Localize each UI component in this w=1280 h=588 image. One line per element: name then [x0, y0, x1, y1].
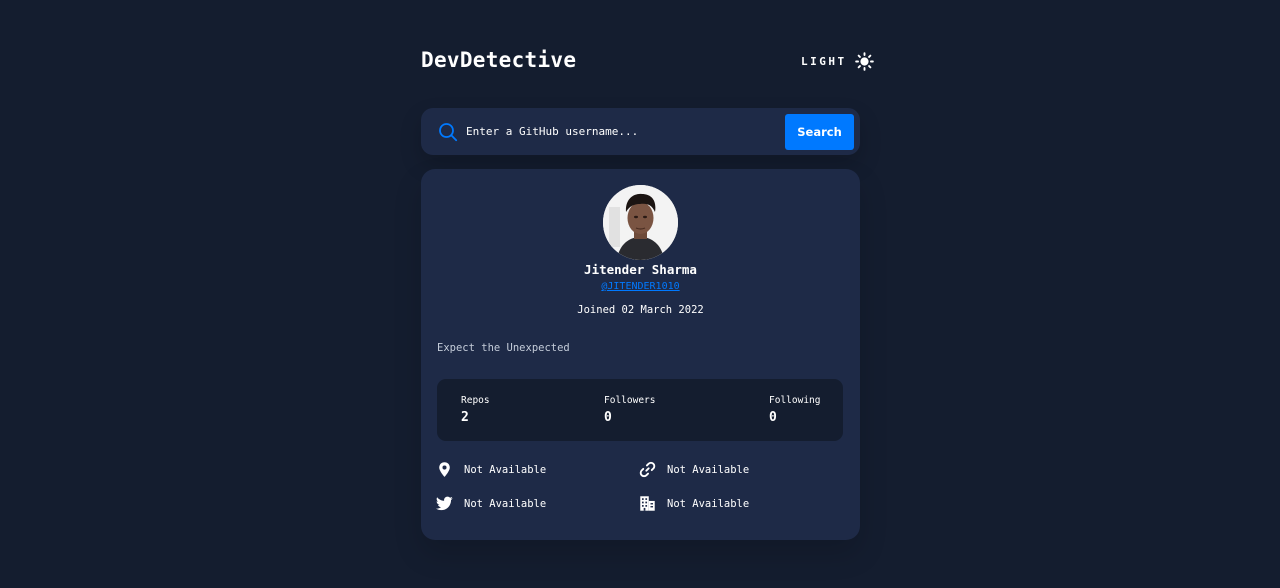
search-icon [439, 123, 458, 142]
stat-following: Following 0 [769, 395, 820, 425]
info-company-text: Not Available [667, 497, 750, 510]
stat-followers-value: 0 [604, 410, 612, 425]
sun-icon [854, 51, 874, 71]
stat-following-value: 0 [769, 410, 777, 425]
link-icon [639, 461, 656, 478]
app-logo: DevDetective [421, 48, 577, 72]
info-company: Not Available [639, 495, 749, 512]
avatar-photo [603, 185, 678, 260]
stat-repos: Repos 2 [461, 395, 490, 425]
theme-toggle-label: LIGHT [801, 54, 847, 68]
app-root: DevDetective LIGHT Search [0, 0, 1280, 588]
info-twitter-text: Not Available [464, 497, 547, 510]
joined-date: Joined 02 March 2022 [577, 304, 704, 316]
twitter-icon [436, 496, 453, 511]
info-twitter[interactable]: Not Available [436, 495, 546, 512]
stats-panel: Repos 2 Followers 0 Following 0 [437, 379, 843, 441]
location-icon [439, 462, 450, 477]
theme-toggle[interactable]: LIGHT [801, 51, 874, 71]
stat-followers-label: Followers [604, 395, 656, 406]
stat-following-label: Following [769, 395, 821, 406]
info-website[interactable]: Not Available [639, 461, 749, 478]
stat-followers: Followers 0 [604, 395, 655, 425]
stat-repos-value: 2 [461, 410, 469, 425]
user-bio: Expect the Unexpected [437, 342, 570, 354]
user-name: Jitender Sharma [584, 262, 697, 277]
search-button[interactable]: Search [785, 114, 854, 150]
stat-repos-label: Repos [461, 395, 490, 406]
info-website-text: Not Available [667, 463, 750, 476]
info-location-text: Not Available [464, 463, 547, 476]
user-login-link[interactable]: @JITENDER1010 [421, 281, 860, 292]
search-input[interactable] [466, 118, 776, 144]
avatar [603, 185, 678, 260]
company-icon [640, 496, 655, 511]
info-location: Not Available [436, 461, 546, 478]
